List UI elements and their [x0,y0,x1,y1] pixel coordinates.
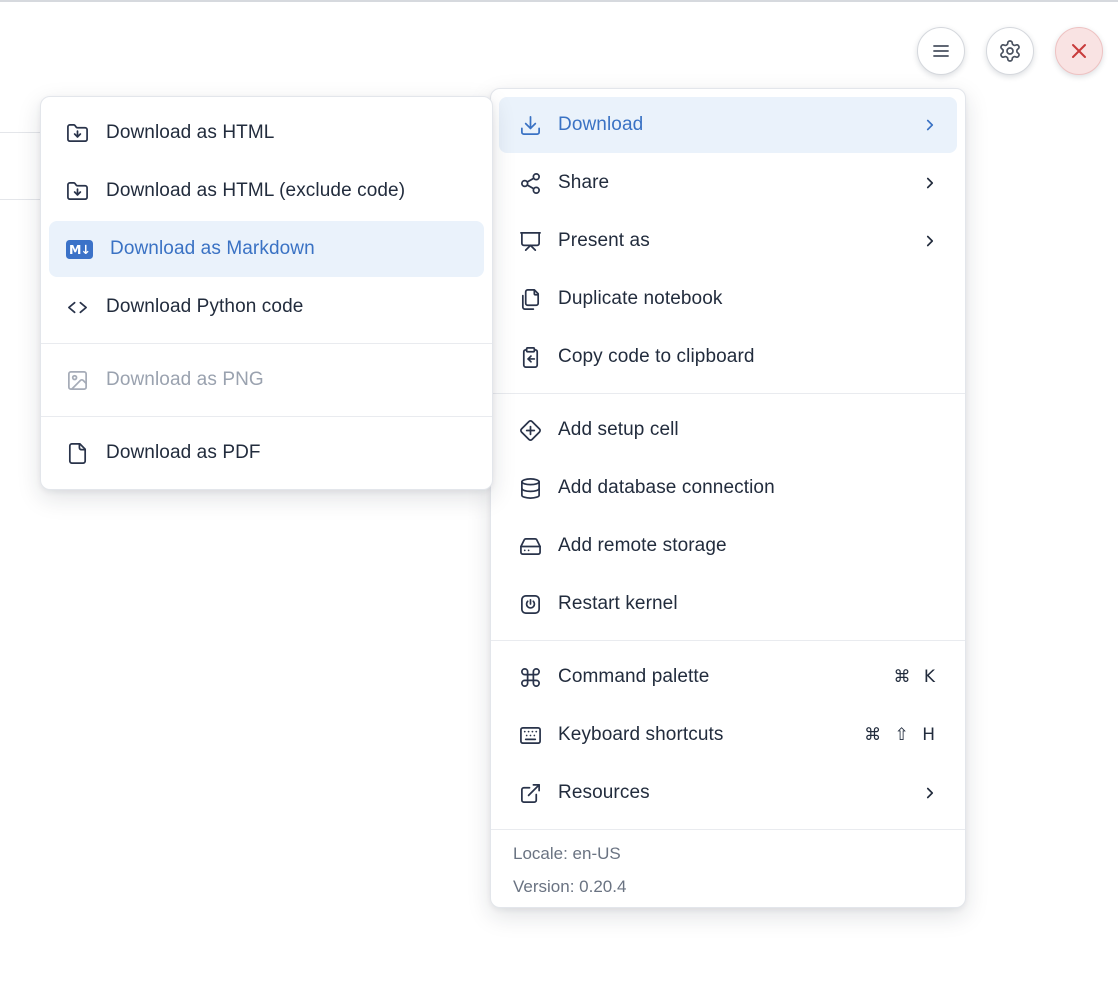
download-icon [519,114,542,137]
menu-item-label: Download [558,114,905,136]
clipboard-copy-icon [519,346,542,369]
close-icon [1067,39,1091,63]
menu-item-label: Resources [558,782,905,804]
menu-item-label: Download Python code [106,296,466,318]
menu-item-restart-kernel[interactable]: Restart kernel [499,576,957,632]
background-cell-line [0,132,44,133]
menu-item-add-remote-storage[interactable]: Add remote storage [499,518,957,574]
background-cell-line [0,199,44,200]
menu-divider [41,343,492,344]
menu-item-download-as-markdown[interactable]: M↓ Download as Markdown [49,221,484,277]
menu-footer: Locale: en-US Version: 0.20.4 [499,838,957,897]
menu-item-label: Download as Markdown [110,238,466,260]
hard-drive-icon [519,535,542,558]
power-square-icon [519,593,542,616]
external-link-icon [519,782,542,805]
menu-item-keyboard-shortcuts[interactable]: Keyboard shortcuts ⌘ ⇧ H [499,707,957,763]
notebook-actions-menu: Download Share Present as [490,88,966,908]
menu-item-label: Add remote storage [558,535,939,557]
menu-item-label: Share [558,172,905,194]
presentation-icon [519,230,542,253]
menu-item-download[interactable]: Download [499,97,957,153]
menu-item-label: Copy code to clipboard [558,346,939,368]
menu-item-label: Add database connection [558,477,939,499]
keyboard-icon [519,724,542,747]
menu-item-share[interactable]: Share [499,155,957,211]
share-icon [519,172,542,195]
menu-item-label: Download as HTML [106,122,466,144]
menu-item-label: Keyboard shortcuts [558,724,848,746]
menu-item-label: Command palette [558,666,877,688]
shortcut-hint: ⌘ ⇧ H [864,725,939,745]
folder-down-icon [66,122,89,145]
page: Download Share Present as [0,0,1118,984]
menu-item-download-as-html[interactable]: Download as HTML [49,105,484,161]
chevron-right-icon [921,174,939,192]
markdown-icon: M↓ [66,240,93,259]
menu-item-download-as-html-exclude-code[interactable]: Download as HTML (exclude code) [49,163,484,219]
menu-divider [491,393,965,394]
database-icon [519,477,542,500]
locale-text: Locale: en-US [513,844,943,864]
settings-button[interactable] [986,27,1034,75]
menu-item-label: Present as [558,230,905,252]
duplicate-icon [519,288,542,311]
diamond-plus-icon [519,419,542,442]
image-icon [66,369,89,392]
notebook-menu-button[interactable] [917,27,965,75]
gear-icon [998,39,1022,63]
menu-item-download-python-code[interactable]: Download Python code [49,279,484,335]
folder-down-icon [66,180,89,203]
menu-item-label: Restart kernel [558,593,939,615]
menu-item-label: Download as HTML (exclude code) [106,180,466,202]
shutdown-button[interactable] [1055,27,1103,75]
menu-divider [491,640,965,641]
menu-divider [491,829,965,830]
page-top-border [0,0,1118,2]
menu-item-resources[interactable]: Resources [499,765,957,821]
menu-item-download-as-pdf[interactable]: Download as PDF [49,425,484,481]
chevron-right-icon [921,784,939,802]
chevron-right-icon [921,116,939,134]
shortcut-hint: ⌘ K [893,667,939,687]
menu-item-label: Add setup cell [558,419,939,441]
menu-item-label: Download as PDF [106,442,466,464]
menu-item-duplicate-notebook[interactable]: Duplicate notebook [499,271,957,327]
menu-item-add-database-connection[interactable]: Add database connection [499,460,957,516]
command-icon [519,666,542,689]
code-icon [66,296,89,319]
download-submenu: Download as HTML Download as HTML (exclu… [40,96,493,490]
version-text: Version: 0.20.4 [513,877,943,897]
menu-item-copy-code[interactable]: Copy code to clipboard [499,329,957,385]
menu-item-command-palette[interactable]: Command palette ⌘ K [499,649,957,705]
menu-divider [41,416,492,417]
menu-item-present-as[interactable]: Present as [499,213,957,269]
file-icon [66,442,89,465]
chevron-right-icon [921,232,939,250]
menu-item-add-setup-cell[interactable]: Add setup cell [499,402,957,458]
menu-item-label: Download as PNG [106,369,466,391]
hamburger-icon [929,39,953,63]
menu-item-download-as-png: Download as PNG [49,352,484,408]
menu-item-label: Duplicate notebook [558,288,939,310]
